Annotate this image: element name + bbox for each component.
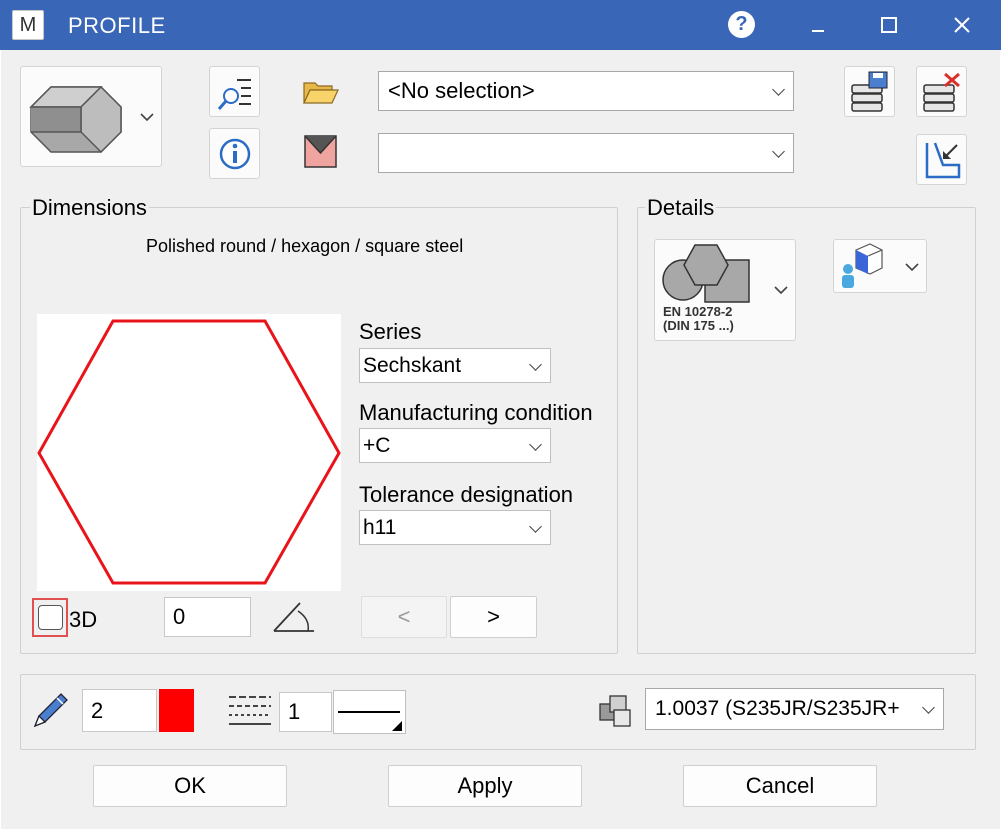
apply-button[interactable]: Apply bbox=[388, 765, 582, 807]
linetype-input[interactable]: 1 bbox=[279, 692, 332, 732]
details-group-label: Details bbox=[645, 195, 717, 221]
manufacturing-condition-dropdown[interactable]: +C bbox=[359, 428, 551, 463]
linestyle-preview bbox=[338, 711, 402, 731]
pen-icon bbox=[29, 688, 73, 732]
chevron-down-icon bbox=[529, 519, 542, 533]
angle-input[interactable]: 0 bbox=[164, 597, 251, 637]
next-button[interactable]: > bbox=[450, 596, 537, 638]
hexagon-shape bbox=[37, 319, 341, 585]
linetype-value: 1 bbox=[288, 699, 301, 724]
help-icon[interactable]: ? bbox=[728, 11, 755, 38]
series-value: Sechskant bbox=[363, 353, 462, 377]
profile-insert-icon bbox=[925, 142, 960, 178]
minimize-icon[interactable] bbox=[793, 0, 843, 50]
standard-line-1: EN 10278-2 bbox=[663, 304, 733, 319]
close-icon[interactable] bbox=[937, 0, 987, 50]
manufacturing-condition-label: Manufacturing condition bbox=[359, 400, 593, 425]
cancel-button[interactable]: Cancel bbox=[683, 765, 877, 807]
next-label: > bbox=[487, 604, 500, 629]
secondary-combobox[interactable] bbox=[378, 133, 794, 173]
material-dropdown[interactable]: 1.0037 (S235JR/S235JR+ bbox=[645, 688, 944, 730]
help-label: ? bbox=[735, 13, 748, 35]
database-save-button[interactable] bbox=[844, 66, 895, 117]
window-title: PROFILE bbox=[68, 13, 166, 38]
pen-thickness-input[interactable]: 2 bbox=[82, 689, 157, 732]
chevron-down-icon bbox=[772, 83, 785, 96]
database-save-icon bbox=[850, 71, 887, 112]
profile-type-dropdown[interactable] bbox=[20, 66, 162, 167]
prev-button[interactable]: < bbox=[361, 596, 447, 638]
chevron-down-icon bbox=[529, 357, 542, 371]
chevron-down-icon bbox=[905, 263, 919, 272]
prev-label: < bbox=[397, 604, 411, 629]
ok-button[interactable]: OK bbox=[93, 765, 287, 807]
database-delete-icon bbox=[922, 72, 960, 112]
app-icon[interactable]: M bbox=[12, 10, 44, 40]
checkbox-3d-label: 3D bbox=[69, 607, 98, 632]
linetype-icon bbox=[227, 693, 273, 729]
list-search-button[interactable] bbox=[209, 66, 260, 117]
series-label: Series bbox=[359, 319, 422, 344]
standard-label: EN 10278-2 (DIN 175 ...) bbox=[663, 305, 734, 333]
cancel-label: Cancel bbox=[745, 773, 815, 798]
angle-value: 0 bbox=[173, 604, 186, 629]
manufacturing-condition-value: +C bbox=[363, 433, 391, 457]
material-value: 1.0037 (S235JR/S235JR+ bbox=[655, 697, 900, 720]
apply-label: Apply bbox=[457, 773, 513, 798]
material-icon bbox=[596, 692, 638, 730]
checkbox-3d[interactable] bbox=[38, 605, 63, 630]
dimensions-subtitle: Polished round / hexagon / square steel bbox=[146, 236, 464, 256]
tolerance-designation-value: h11 bbox=[363, 515, 397, 539]
pen-color-swatch[interactable] bbox=[159, 689, 194, 732]
chevron-down-icon bbox=[774, 286, 788, 295]
dimensions-group-label: Dimensions bbox=[30, 195, 149, 221]
view-3d-dropdown[interactable] bbox=[833, 239, 927, 293]
standard-line-2: (DIN 175 ...) bbox=[663, 318, 734, 333]
info-button[interactable] bbox=[209, 128, 260, 179]
maximize-icon[interactable] bbox=[864, 0, 914, 50]
view-3d-icon bbox=[842, 243, 919, 288]
app-icon-letter: M bbox=[19, 13, 37, 36]
chevron-down-icon bbox=[529, 437, 542, 451]
selection-value: <No selection> bbox=[388, 78, 535, 103]
list-search-icon bbox=[217, 78, 251, 110]
profile-insert-button[interactable] bbox=[916, 134, 967, 185]
tolerance-designation-dropdown[interactable]: h11 bbox=[359, 510, 551, 545]
ok-label: OK bbox=[174, 773, 206, 798]
chevron-down-icon bbox=[140, 113, 154, 122]
envelope-icon[interactable] bbox=[304, 135, 337, 168]
series-dropdown[interactable]: Sechskant bbox=[359, 348, 551, 383]
database-delete-button[interactable] bbox=[916, 66, 967, 117]
profile-preview bbox=[37, 314, 341, 591]
selection-combobox[interactable]: <No selection> bbox=[378, 71, 794, 111]
folder-open-icon[interactable] bbox=[302, 77, 340, 107]
info-icon bbox=[219, 138, 250, 169]
chevron-down-icon bbox=[772, 145, 785, 158]
hexagon-prism-icon bbox=[29, 85, 154, 154]
chevron-down-icon bbox=[922, 701, 935, 714]
pen-thickness-value: 2 bbox=[91, 697, 104, 723]
linestyle-dropdown[interactable] bbox=[333, 690, 406, 734]
title-bar: M PROFILE ? bbox=[0, 0, 1001, 50]
angle-icon bbox=[270, 599, 318, 635]
tolerance-designation-label: Tolerance designation bbox=[359, 482, 574, 507]
standard-dropdown[interactable]: EN 10278-2 (DIN 175 ...) bbox=[654, 239, 796, 341]
